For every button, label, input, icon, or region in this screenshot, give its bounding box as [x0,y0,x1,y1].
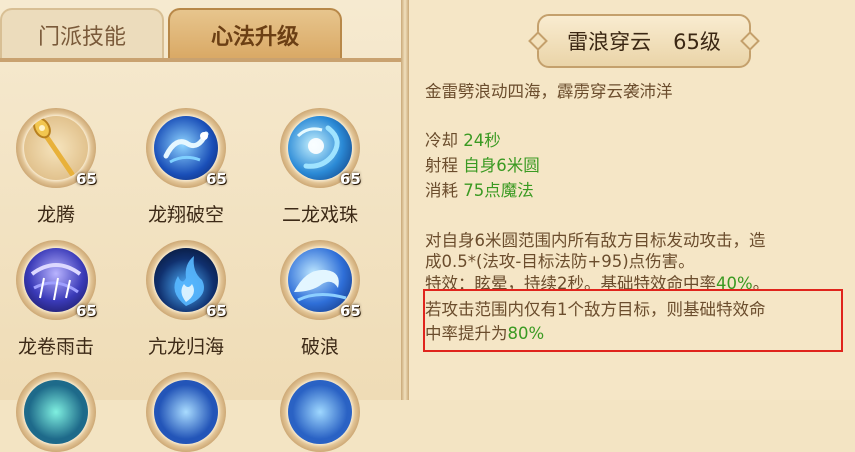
skill-orb-icon [154,380,218,444]
skill-level: 65 [340,170,361,188]
stat-label: 消耗 [425,181,458,200]
skill-longteng[interactable]: 65 龙腾 [0,108,110,238]
skill-list-panel: 门派技能 心法升级 65 龙腾 65 龙翔破空 65 二龙戏珠 65 龙卷雨击 … [0,0,402,452]
stat-value: 75点魔法 [463,181,534,200]
skill-level: 65 [76,170,97,188]
skill-name: 龙翔破空 [147,204,224,226]
skill-level: 65 [206,170,227,188]
skill-name: 二龙戏珠 [281,204,358,226]
skill-orb-icon [288,380,352,444]
panel-divider [401,0,409,400]
tab-sect-skills[interactable]: 门派技能 [0,8,164,60]
skill-kanglongguihai[interactable]: 65 亢龙归海 [130,240,240,370]
stat-cooldown: 冷却 24秒 [425,127,501,151]
skill-level: 65 [340,302,361,320]
tab-label: 门派技能 [37,25,126,50]
skill-orb-icon [24,380,88,444]
skill-title-plate: 雷浪穿云 65级 [537,14,751,68]
stat-label: 冷却 [425,131,458,150]
effect-line-2: 成0.5*(法攻-目标法防+95)点伤害。 [425,252,695,271]
skill-level: 65 [206,302,227,320]
skill-detail-panel: 雷浪穿云 65级 金雷劈浪动四海，霹雳穿云袭沛洋 冷却 24秒 射程 自身6米圆… [409,0,855,400]
stat-value: 自身6米圆 [463,156,540,175]
skill-frame-partial[interactable] [16,372,96,452]
skill-longxiangpokong[interactable]: 65 龙翔破空 [130,108,240,238]
stat-range: 射程 自身6米圆 [425,152,540,176]
stat-label: 射程 [425,156,458,175]
skill-title-level: 65级 [673,30,721,54]
skill-description: 金雷劈浪动四海，霹雳穿云袭沛洋 [425,82,673,101]
skill-name: 龙卷雨击 [17,336,94,358]
skill-erlongxizhu[interactable]: 65 二龙戏珠 [264,108,374,238]
skill-level: 65 [76,302,97,320]
skill-title: 雷浪穿云 [567,30,652,54]
skill-polang[interactable]: 65 破浪 [264,240,374,370]
tab-underline [0,58,402,62]
skill-name: 破浪 [300,336,339,358]
skill-name: 亢龙归海 [147,336,224,358]
red-highlight-box [423,289,843,352]
skill-frame-partial[interactable] [280,372,360,452]
skill-longjuanyuji[interactable]: 65 龙卷雨击 [0,240,110,370]
skill-frame-partial[interactable] [146,372,226,452]
tab-label: 心法升级 [210,25,299,50]
stat-cost: 消耗 75点魔法 [425,177,534,201]
skill-name: 龙腾 [36,204,75,226]
stat-value: 24秒 [463,131,501,150]
tab-mind-upgrade[interactable]: 心法升级 [168,8,342,60]
